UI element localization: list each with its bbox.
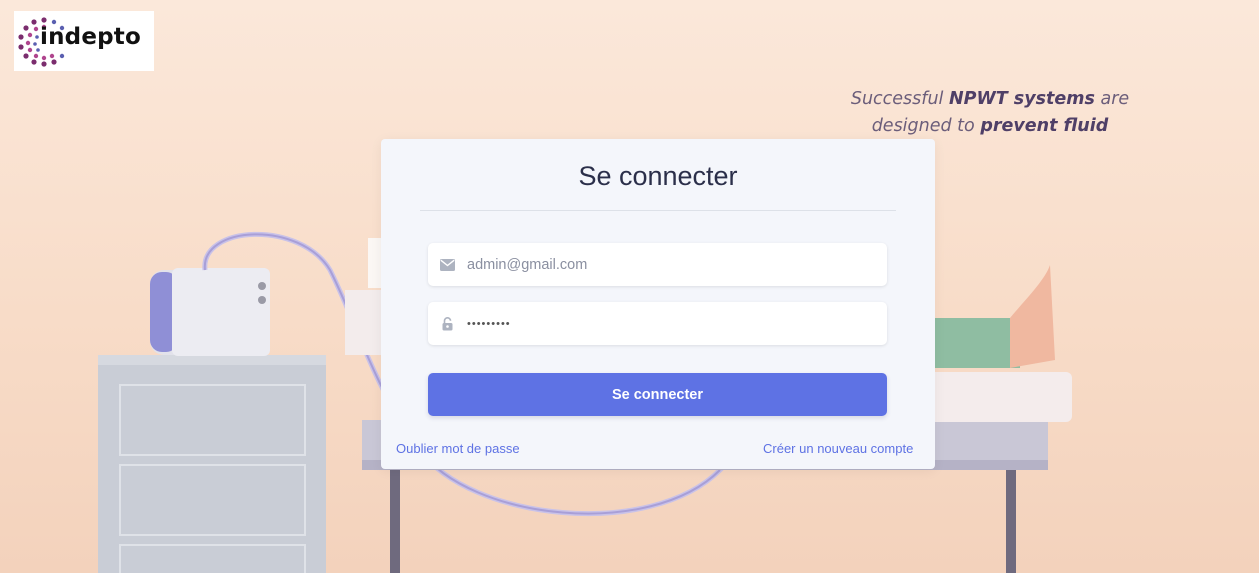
password-field[interactable] [428, 302, 887, 345]
envelope-icon [429, 258, 465, 271]
login-title: Se connecter [578, 161, 738, 191]
tagline-text: designed to [871, 116, 981, 136]
login-submit-button[interactable]: Se connecter [428, 373, 887, 416]
title-divider [420, 210, 896, 211]
create-account-link[interactable]: Créer un nouveau compte [763, 441, 913, 456]
tagline-line-1: Successful NPWT systems are [845, 86, 1135, 113]
email-input[interactable] [465, 248, 869, 281]
tagline-bold-text: NPWT systems [948, 89, 1095, 109]
tagline-text: Successful [850, 89, 949, 109]
email-field[interactable] [428, 243, 887, 286]
logo-text: indepto [40, 24, 141, 50]
tagline-text: are [1094, 89, 1130, 109]
tagline-bold-text: prevent fluid [980, 116, 1109, 136]
tagline-line-2: designed to prevent fluid [845, 113, 1135, 140]
tagline: Successful NPWT systems are designed to … [845, 86, 1135, 140]
forgot-password-link[interactable]: Oublier mot de passe [396, 441, 520, 456]
brand-logo: indepto [14, 11, 154, 71]
password-input[interactable] [465, 307, 869, 340]
lock-icon [429, 316, 465, 331]
